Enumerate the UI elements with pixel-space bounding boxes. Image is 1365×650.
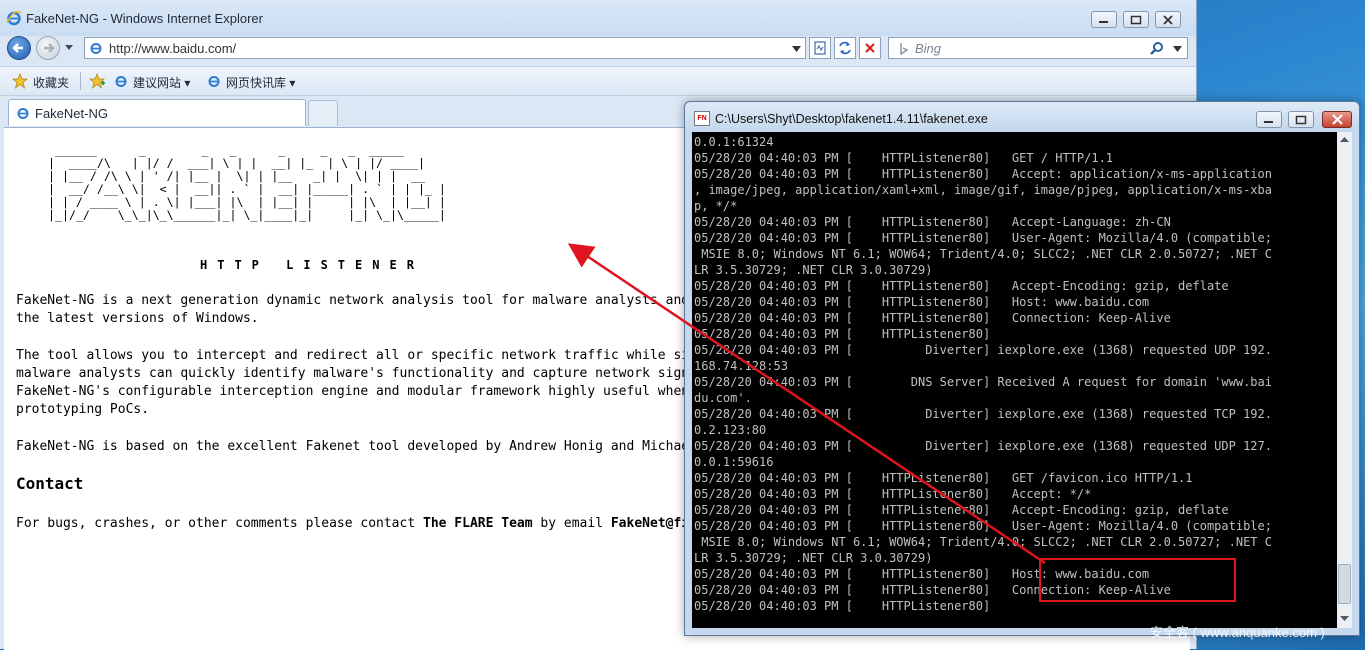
annotation-arrow-icon <box>567 243 1046 565</box>
watermark: 安全客 ( www.anquanke.com ) <box>1150 625 1325 640</box>
